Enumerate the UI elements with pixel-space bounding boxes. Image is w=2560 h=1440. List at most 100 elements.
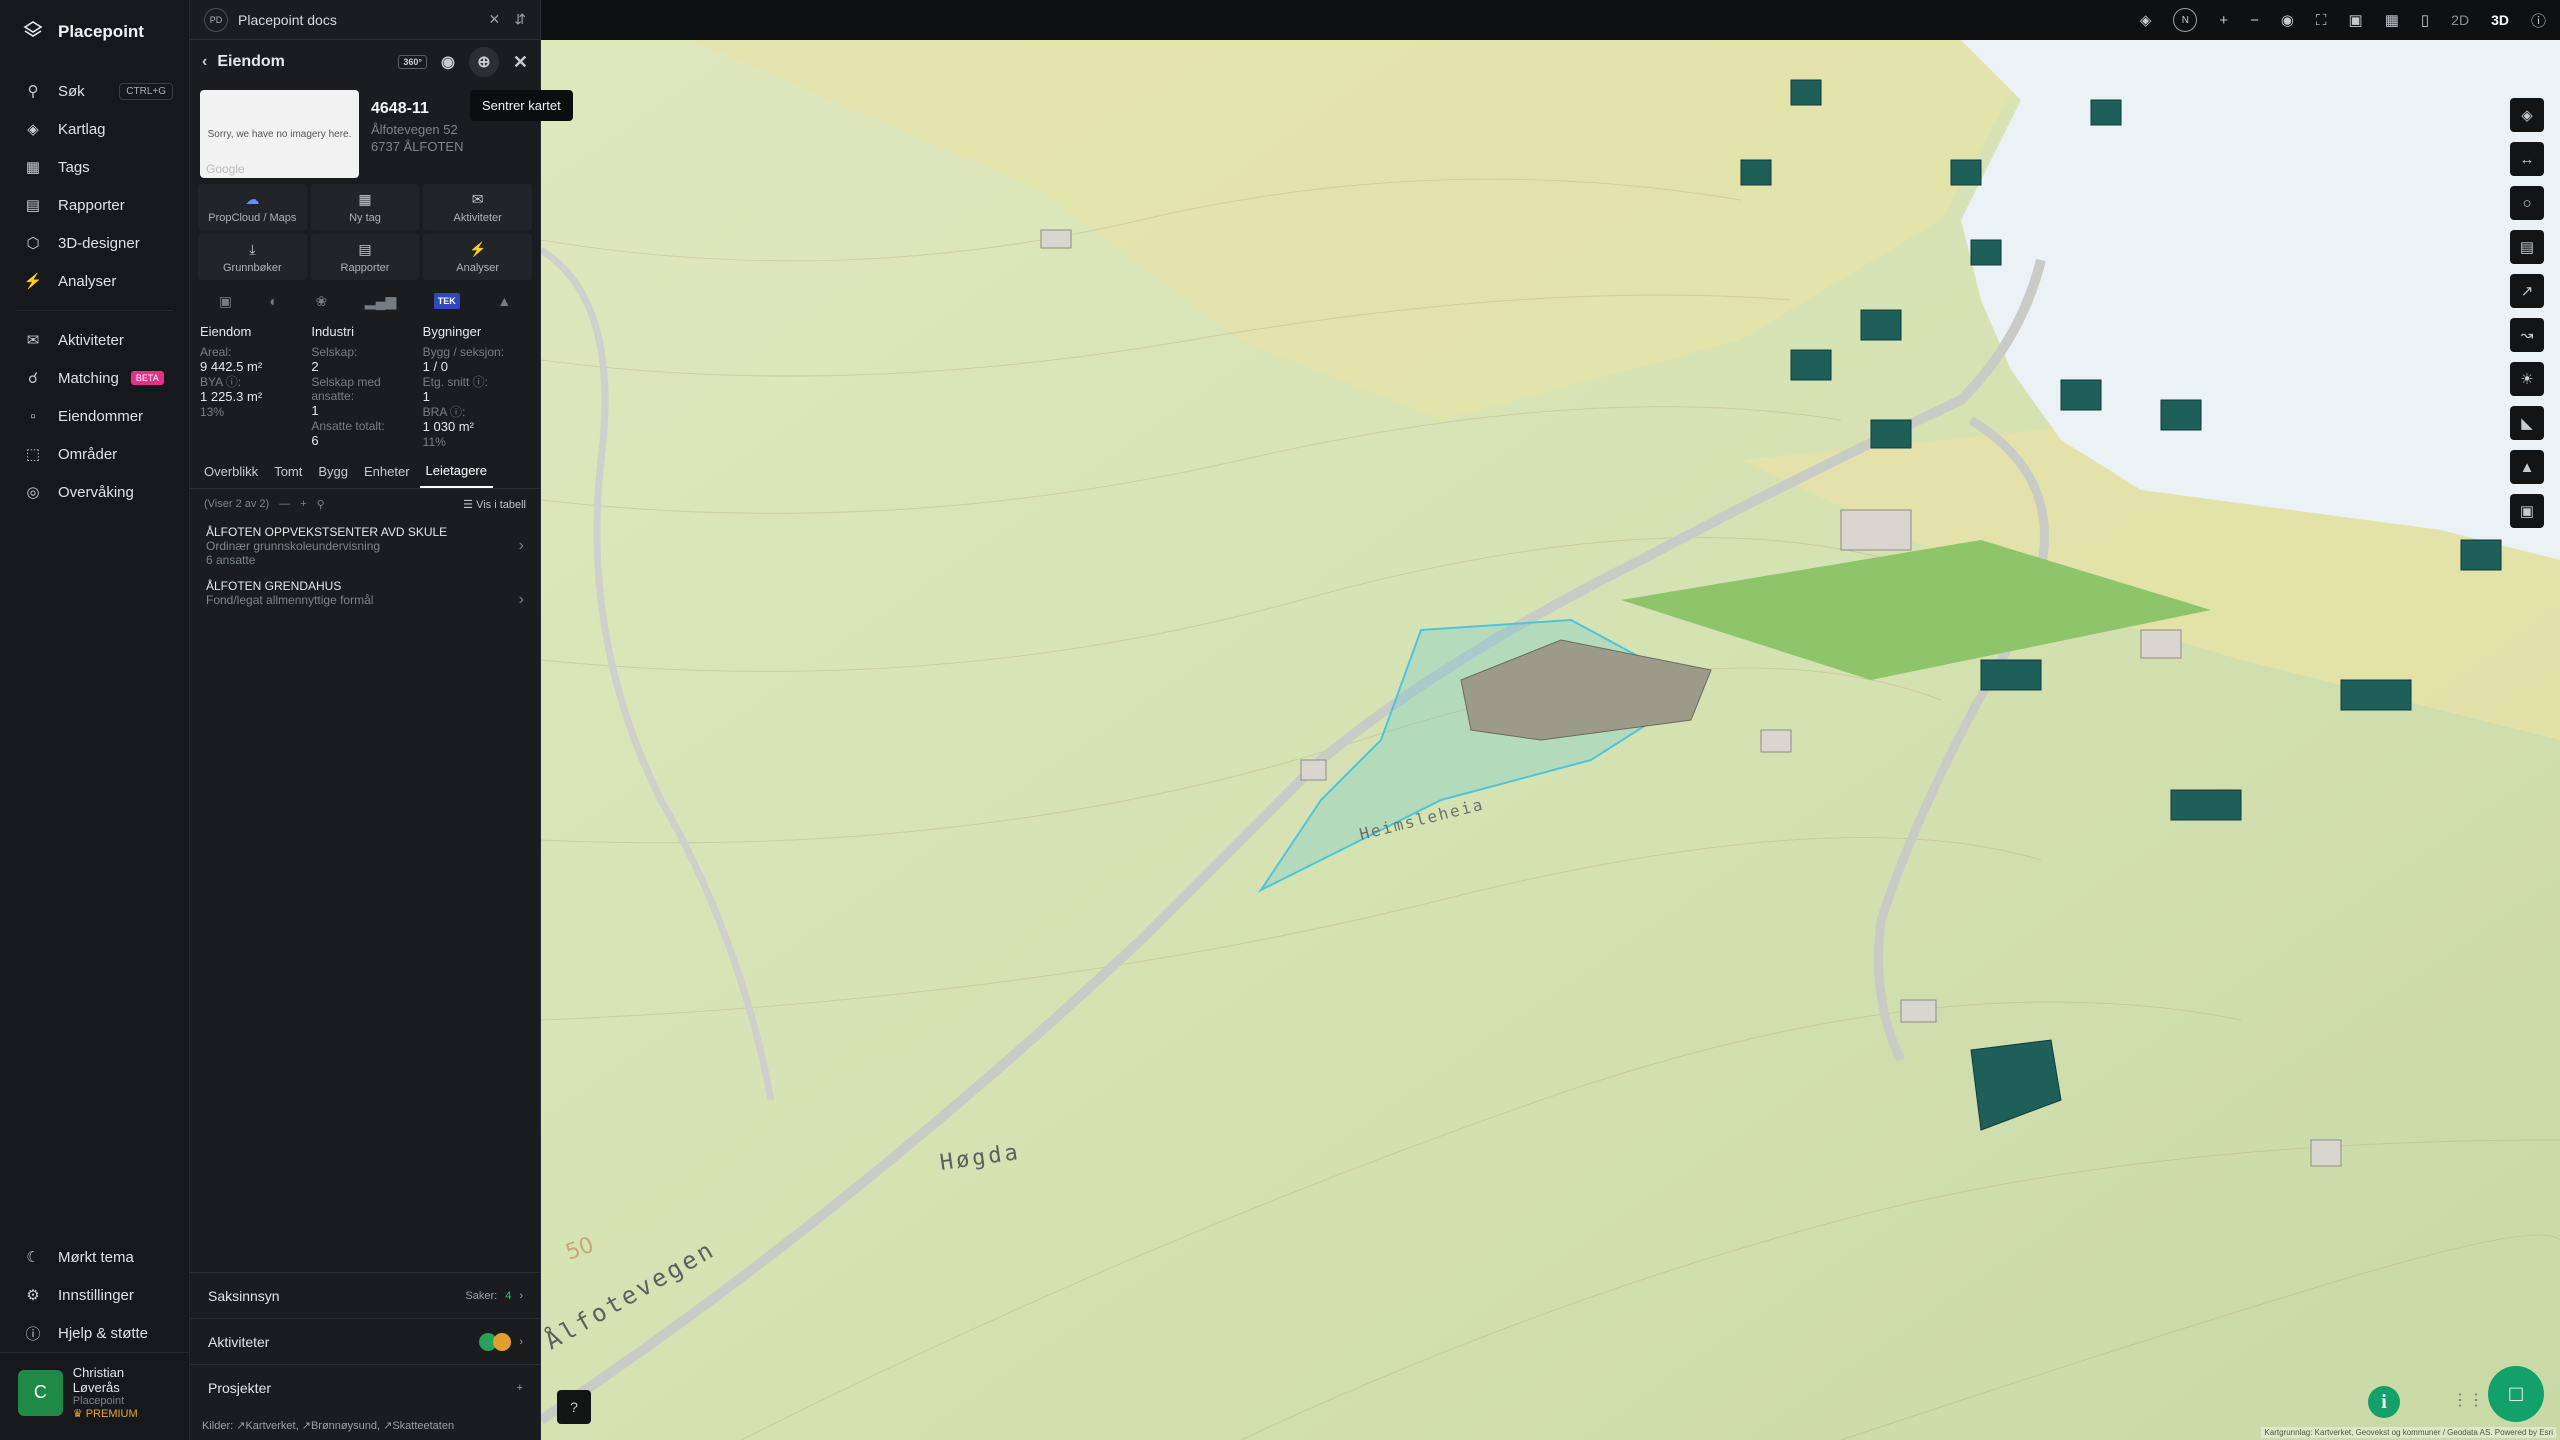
search-icon[interactable]: ⚲	[317, 498, 325, 511]
nav-item-eiendommer[interactable]: ▫ Eiendommer	[0, 397, 189, 435]
layer-signal-icon[interactable]: ▂▄▆	[365, 293, 396, 310]
analyses-button[interactable]: ⚡ Analyser	[423, 234, 532, 280]
nav-item-analyser[interactable]: ⚡ Analyser	[0, 262, 189, 300]
propcloud-button[interactable]: ☁ PropCloud / Maps	[198, 184, 307, 230]
nav-item-help[interactable]: ⓘ Hjelp & støtte	[0, 1314, 190, 1352]
eye-icon[interactable]: ◉	[441, 52, 455, 72]
layer-more-icon[interactable]: ▲	[497, 293, 511, 309]
nav-item-tags[interactable]: ▦ Tags	[0, 148, 189, 186]
tab-tomt[interactable]: Tomt	[268, 456, 308, 487]
nav-item-rapporter[interactable]: ▤ Rapporter	[0, 186, 189, 224]
drag-handle-icon[interactable]: ⋮⋮	[2452, 1390, 2484, 1410]
crosshair-icon: ⊕	[477, 54, 491, 71]
new-tag-button[interactable]: ▦ Ny tag	[310, 184, 420, 230]
mode-2d-button[interactable]: 2D	[2451, 12, 2469, 28]
nav-item-settings[interactable]: ⚙ Innstillinger	[0, 1276, 190, 1314]
nav-item-3d-designer[interactable]: ⬡ 3D-designer	[0, 224, 189, 262]
gear-icon: ⚙	[26, 1287, 40, 1304]
source-kartverket[interactable]: ↗Kartverket	[236, 1420, 295, 1432]
info-icon[interactable]: ⓘ	[2531, 10, 2546, 31]
back-icon[interactable]: ‹	[202, 53, 207, 71]
slope-tool-icon[interactable]: ↝	[2510, 318, 2544, 352]
cloud-icon: ☁	[245, 190, 260, 207]
tooltip: Sentrer kartet	[470, 90, 573, 121]
source-skatteetaten[interactable]: ↗Skatteetaten	[383, 1420, 454, 1432]
add-icon[interactable]: +	[300, 498, 306, 510]
bookmark-icon[interactable]: ▯	[2421, 11, 2429, 29]
bolt-icon: ⚡	[23, 273, 43, 290]
list-icon: ☰	[463, 498, 477, 511]
list-item[interactable]: ÅLFOTEN OPPVEKSTSENTER AVD SKULE Ordinær…	[190, 519, 540, 573]
layer-vegetation-icon[interactable]: ❀	[316, 293, 328, 310]
mode-3d-button[interactable]: 3D	[2491, 12, 2509, 28]
nav-item-kartlag[interactable]: ◈ Kartlag	[0, 110, 189, 148]
eye-icon[interactable]: ◉	[2281, 11, 2294, 29]
saksinnsyn-row[interactable]: Saksinnsyn Saker: 4 ›	[190, 1272, 541, 1318]
measure-tool-icon[interactable]: ↔	[2510, 142, 2544, 176]
source-bronnoysund[interactable]: ↗Brønnøysund	[302, 1420, 377, 1432]
compass-icon[interactable]: N	[2173, 8, 2198, 32]
prosjekter-row[interactable]: Prosjekter +	[190, 1364, 541, 1410]
property-panel: PD Placepoint docs ✕ ⇵ ‹ Eiendom 360° ◉ …	[190, 0, 573, 1440]
tab-enheter[interactable]: Enheter	[358, 456, 416, 487]
brand[interactable]: Placepoint	[0, 0, 189, 64]
shadow-tool-icon[interactable]: ◣	[2510, 406, 2544, 440]
map-canvas[interactable]: Heimsleheia Høgda Ålfotevegen 50	[541, 40, 2560, 1440]
bookmark-icon: ▦	[358, 190, 372, 207]
collapse-icon[interactable]: —	[279, 498, 290, 510]
zoom-in-icon[interactable]: +	[2219, 12, 2228, 29]
close-panel-icon[interactable]: ✕	[513, 52, 528, 73]
workspace-title[interactable]: Placepoint docs	[238, 12, 337, 28]
info-button[interactable]: i	[2368, 1386, 2400, 1418]
grunnboker-button[interactable]: ⤓ Grunnbøker	[198, 234, 307, 280]
nav-item-dark-theme[interactable]: ☾ Mørkt tema	[0, 1238, 190, 1276]
area-tool-icon[interactable]: ○	[2510, 186, 2544, 220]
layer-tek-icon[interactable]: TEK	[433, 293, 460, 309]
layer-terrain-icon[interactable]: ◐	[270, 293, 278, 309]
chart-tool-icon[interactable]: ▤	[2510, 230, 2544, 264]
tab-bygg[interactable]: Bygg	[312, 456, 354, 487]
address-line2: 6737 ÅLFOTEN	[371, 139, 464, 154]
screenshot-tool-icon[interactable]: ▣	[2510, 494, 2544, 528]
map-view[interactable]: Heimsleheia Høgda Ålfotevegen 50 ◈ ↔ ○ ▤…	[541, 40, 2560, 1440]
fullscreen-icon[interactable]: ⛶	[2316, 12, 2327, 29]
activities-button[interactable]: ✉ Aktiviteter	[423, 184, 532, 230]
grid-icon[interactable]: ▦	[2385, 11, 2399, 29]
line-tool-icon[interactable]: ↗	[2510, 274, 2544, 308]
nav-item-aktiviteter[interactable]: ✉ Aktiviteter	[0, 321, 189, 359]
workspace-badge: PD	[204, 7, 228, 32]
close-icon[interactable]: ✕	[489, 11, 501, 28]
camera-icon[interactable]: ▣	[2349, 11, 2363, 29]
sun-tool-icon[interactable]: ☀	[2510, 362, 2544, 396]
aktiviteter-row[interactable]: Aktiviteter ›	[190, 1318, 541, 1364]
reports-button[interactable]: ▤ Rapporter	[310, 234, 420, 280]
map-help-button[interactable]: ?	[557, 1390, 591, 1424]
nav-item-omrader[interactable]: ⬚ Områder	[0, 435, 189, 473]
placepoint-logo-icon	[22, 19, 44, 46]
center-map-button[interactable]: ⊕	[468, 47, 499, 77]
layers-toggle-icon[interactable]: ◈	[2140, 11, 2152, 29]
nav-item-matching[interactable]: ☌ Matching BETA	[0, 359, 189, 397]
property-thumbnail[interactable]: Sorry, we have no imagery here. Google	[200, 90, 359, 178]
property-info[interactable]: 4648-11 Ålfotevegen 52 6737 ÅLFOTEN	[371, 90, 464, 174]
user-card[interactable]: C Christian Løverås Placepoint ♛ PREMIUM	[0, 1352, 190, 1440]
bookmark-icon: ▦	[25, 159, 41, 176]
list-item[interactable]: ÅLFOTEN GRENDAHUS Fond/legat allmennytti…	[190, 573, 540, 613]
chevron-right-icon: ›	[518, 537, 524, 554]
chat-icon: ✉	[26, 332, 40, 349]
map-attribution: Kartgrunnlag: Kartverket, Geovekst og ko…	[2261, 1427, 2556, 1438]
help-icon: ⓘ	[25, 1325, 41, 1343]
nav-item-overvaking[interactable]: ◎ Overvåking	[0, 473, 189, 511]
zoom-out-icon[interactable]: −	[2250, 12, 2259, 29]
view-table-button[interactable]: ☰ Vis i tabell	[463, 498, 526, 511]
layers-tool-icon[interactable]: ◈	[2510, 98, 2544, 132]
streetview-360-button[interactable]: 360°	[398, 55, 427, 69]
nav-item-search[interactable]: ⚲ Søk CTRL+G	[0, 72, 189, 110]
chat-button[interactable]: □	[2488, 1366, 2544, 1422]
layer-zoning-icon[interactable]: ▣	[219, 293, 232, 310]
tab-leietagere[interactable]: Leietagere	[419, 455, 493, 488]
chevron-updown-icon[interactable]: ⇵	[514, 11, 526, 28]
plus-icon[interactable]: +	[517, 1382, 523, 1394]
tab-overblikk[interactable]: Overblikk	[198, 456, 264, 487]
elevation-tool-icon[interactable]: ▲	[2510, 450, 2544, 484]
